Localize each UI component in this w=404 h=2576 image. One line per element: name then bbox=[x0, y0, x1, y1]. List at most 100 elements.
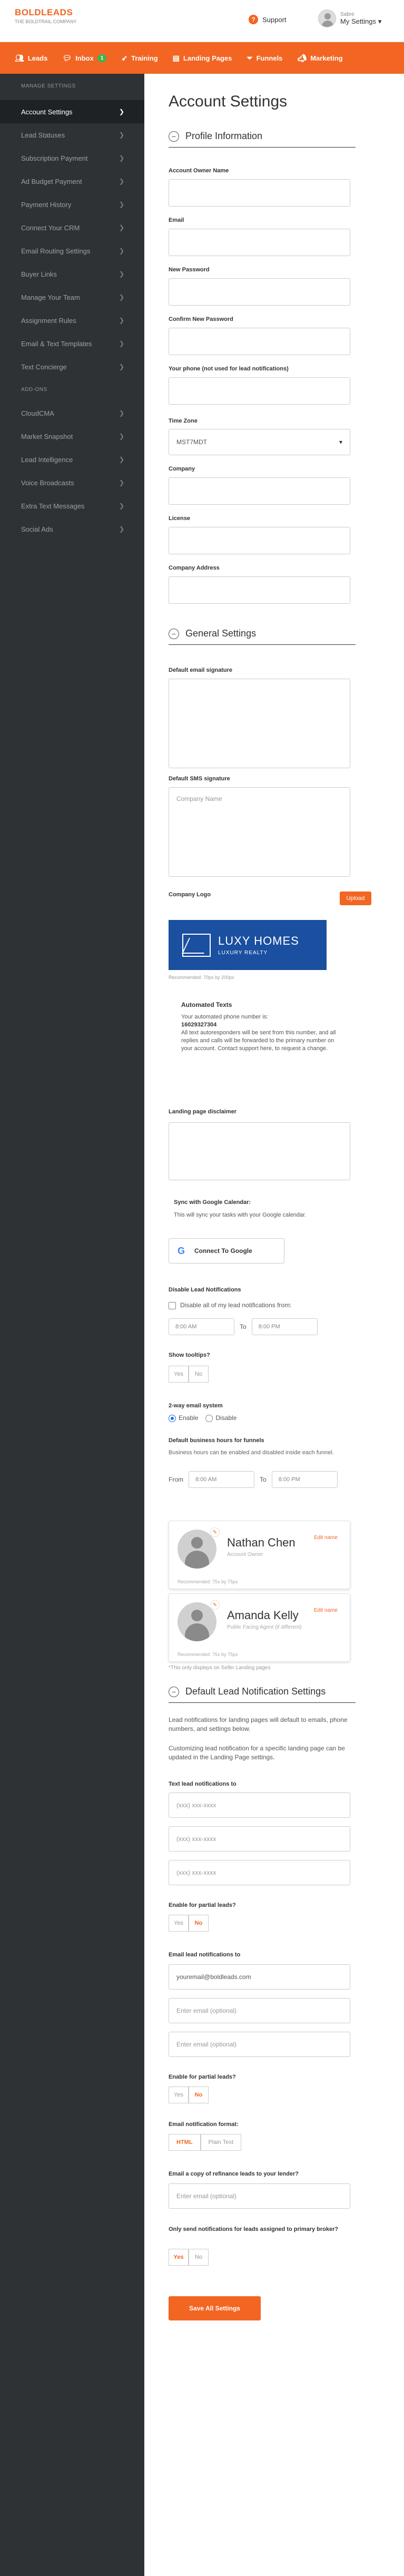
hours-from-input[interactable]: 8:00 AM bbox=[189, 1471, 254, 1488]
agent-card: ✎ Amanda Kelly Public Facing Agent (if d… bbox=[169, 1593, 350, 1662]
company-address-input[interactable] bbox=[169, 576, 350, 604]
tooltips-no[interactable]: No bbox=[189, 1366, 209, 1383]
logo-line1: LUXY HOMES bbox=[218, 934, 299, 947]
email-notif-input-2[interactable]: Enter email (optional) bbox=[169, 1998, 350, 2023]
sms-signature-textarea[interactable]: Company Name bbox=[169, 787, 350, 877]
sidebar-item-email-routing[interactable]: Email Routing Settings ❯ bbox=[0, 239, 144, 262]
chevron-right-icon: ❯ bbox=[119, 293, 124, 301]
email-partial-no[interactable]: No bbox=[189, 2087, 209, 2103]
automated-texts-intro: Your automated phone number is: bbox=[181, 1014, 269, 1020]
phone-input[interactable] bbox=[169, 377, 350, 405]
sidebar-item-voice-broadcasts[interactable]: Voice Broadcasts ❯ bbox=[0, 471, 144, 494]
primary-only-yes[interactable]: Yes bbox=[169, 2249, 189, 2266]
phone-notif-input-1[interactable]: (xxx) xxx-xxxx bbox=[169, 1793, 350, 1818]
two-way-enable[interactable]: Enable bbox=[169, 1414, 198, 1422]
pencil-icon[interactable]: ✎ bbox=[210, 1527, 220, 1537]
phone-notif-input-3[interactable]: (xxx) xxx-xxxx bbox=[169, 1860, 350, 1885]
phone-label: Your phone (not used for lead notificati… bbox=[169, 366, 289, 372]
edit-name-link[interactable]: Edit name bbox=[314, 1535, 338, 1541]
sidebar-item-label: Subscription Payment bbox=[21, 154, 88, 162]
disable-notif-checkbox[interactable] bbox=[169, 1301, 176, 1309]
format-plain-text[interactable]: Plain Text bbox=[200, 2134, 242, 2151]
chevron-right-icon: ❯ bbox=[119, 247, 124, 254]
format-label: Email notification format: bbox=[169, 2121, 239, 2128]
new-password-input[interactable] bbox=[169, 278, 350, 306]
sidebar-item-social-ads[interactable]: Social Ads ❯ bbox=[0, 517, 144, 541]
sidebar-item-connect-crm[interactable]: Connect Your CRM ❯ bbox=[0, 216, 144, 239]
nav-leads[interactable]: 👥︎ Leads bbox=[15, 54, 47, 63]
sidebar-item-label: Lead Intelligence bbox=[21, 455, 73, 464]
phone-notif-input-2[interactable]: (xxx) xxx-xxxx bbox=[169, 1826, 350, 1852]
license-input[interactable] bbox=[169, 527, 350, 554]
disable-to-input[interactable]: 8:00 PM bbox=[251, 1318, 318, 1335]
phone-placeholder: (xxx) xxx-xxxx bbox=[176, 1869, 216, 1876]
nav-inbox[interactable]: 💬︎ Inbox 1 bbox=[62, 54, 107, 63]
timezone-select[interactable]: MST7MDT ▾ bbox=[169, 429, 350, 455]
sidebar-item-label: Lead Statuses bbox=[21, 131, 65, 139]
two-way-disable[interactable]: Disable bbox=[205, 1414, 237, 1422]
user-menu[interactable]: Sabre My Settings ▾ bbox=[318, 9, 381, 27]
email-signature-textarea[interactable] bbox=[169, 679, 350, 768]
chevron-down-icon: ▾ bbox=[378, 17, 382, 25]
sidebar-item-market-snapshot[interactable]: Market Snapshot ❯ bbox=[0, 425, 144, 448]
sidebar-item-label: Email Routing Settings bbox=[21, 247, 91, 255]
sidebar-item-payment-history[interactable]: Payment History ❯ bbox=[0, 193, 144, 216]
nav-marketing[interactable]: 📣︎ Marketing bbox=[297, 54, 342, 63]
connect-google-button[interactable]: G Connect To Google bbox=[169, 1238, 284, 1263]
primary-only-no[interactable]: No bbox=[189, 2249, 209, 2266]
sidebar-item-assignment-rules[interactable]: Assignment Rules ❯ bbox=[0, 309, 144, 332]
disable-from-input[interactable]: 8:00 AM bbox=[169, 1318, 234, 1335]
disclaimer-textarea[interactable] bbox=[169, 1122, 350, 1180]
lead-notif-section-header[interactable]: − Default Lead Notification Settings bbox=[169, 1686, 356, 1703]
upload-button[interactable]: Upload bbox=[340, 892, 371, 905]
format-html[interactable]: HTML bbox=[169, 2134, 201, 2151]
agent-role: Account Owner bbox=[227, 1552, 263, 1558]
business-hours-label: Default business hours for funnels bbox=[169, 1437, 264, 1444]
sms-placeholder: Company Name bbox=[176, 795, 222, 802]
agent-photo[interactable] bbox=[178, 1602, 216, 1641]
sidebar-item-label: Connect Your CRM bbox=[21, 223, 80, 232]
email-notif-input-3[interactable]: Enter email (optional) bbox=[169, 2032, 350, 2057]
agent-photo[interactable] bbox=[178, 1530, 216, 1569]
sidebar-item-text-concierge[interactable]: Text Concierge ❯ bbox=[0, 355, 144, 378]
sidebar-item-subscription-payment[interactable]: Subscription Payment ❯ bbox=[0, 146, 144, 170]
edit-name-link[interactable]: Edit name bbox=[314, 1608, 338, 1613]
lender-email-input[interactable]: Enter email (optional) bbox=[169, 2183, 350, 2209]
sidebar-item-manage-team[interactable]: Manage Your Team ❯ bbox=[0, 286, 144, 309]
company-input[interactable] bbox=[169, 477, 350, 505]
tooltips-yes[interactable]: Yes bbox=[169, 1366, 189, 1383]
support-link[interactable]: ? Support bbox=[249, 15, 287, 24]
timezone-value: MST7MDT bbox=[176, 438, 207, 446]
boldleads-logo[interactable]: BOLDLEADS THE BOLDTRAIL COMPANY bbox=[15, 7, 77, 24]
sidebar-item-label: Email & Text Templates bbox=[21, 339, 92, 348]
sidebar-item-templates[interactable]: Email & Text Templates ❯ bbox=[0, 332, 144, 355]
sidebar-item-lead-intelligence[interactable]: Lead Intelligence ❯ bbox=[0, 448, 144, 471]
sidebar-item-lead-statuses[interactable]: Lead Statuses ❯ bbox=[0, 123, 144, 146]
hours-to-input[interactable]: 8:00 PM bbox=[271, 1471, 338, 1488]
sidebar-item-buyer-links[interactable]: Buyer Links ❯ bbox=[0, 262, 144, 286]
save-all-settings-button[interactable]: Save All Settings bbox=[169, 2296, 261, 2320]
sms-signature-label: Default SMS signature bbox=[169, 776, 230, 782]
general-section-header[interactable]: − General Settings bbox=[169, 628, 356, 645]
logo-recommended-note: Recommended: 70px by 200px bbox=[169, 975, 234, 980]
sidebar-item-extra-text-messages[interactable]: Extra Text Messages ❯ bbox=[0, 494, 144, 517]
sidebar-item-account-settings[interactable]: Account Settings ❯ bbox=[0, 100, 144, 123]
text-partial-yes[interactable]: Yes bbox=[169, 1915, 189, 1932]
email-partial-yes[interactable]: Yes bbox=[169, 2087, 189, 2103]
sidebar-item-ad-budget-payment[interactable]: Ad Budget Payment ❯ bbox=[0, 170, 144, 193]
sidebar-item-label: Extra Text Messages bbox=[21, 502, 85, 510]
confirm-password-input[interactable] bbox=[169, 328, 350, 355]
text-partial-no[interactable]: No bbox=[189, 1915, 209, 1932]
pencil-icon[interactable]: ✎ bbox=[210, 1600, 220, 1610]
time-value: 8:00 PM bbox=[258, 1324, 280, 1330]
email-notif-input-1[interactable]: youremail@boldleads.com bbox=[169, 1964, 350, 1990]
sidebar-item-cloudcma[interactable]: CloudCMA ❯ bbox=[0, 401, 144, 425]
nav-training[interactable]: ➶ Training bbox=[121, 54, 157, 63]
nav-funnels[interactable]: ⏷ Funnels bbox=[247, 54, 282, 63]
owner-name-input[interactable] bbox=[169, 179, 350, 207]
email-input[interactable] bbox=[169, 229, 350, 256]
sidebar-item-label: Ad Budget Payment bbox=[21, 177, 82, 185]
nav-landing-pages[interactable]: ▤ Landing Pages bbox=[173, 54, 232, 63]
profile-section-header[interactable]: − Profile Information bbox=[169, 131, 356, 148]
nav-label: Training bbox=[131, 54, 158, 62]
